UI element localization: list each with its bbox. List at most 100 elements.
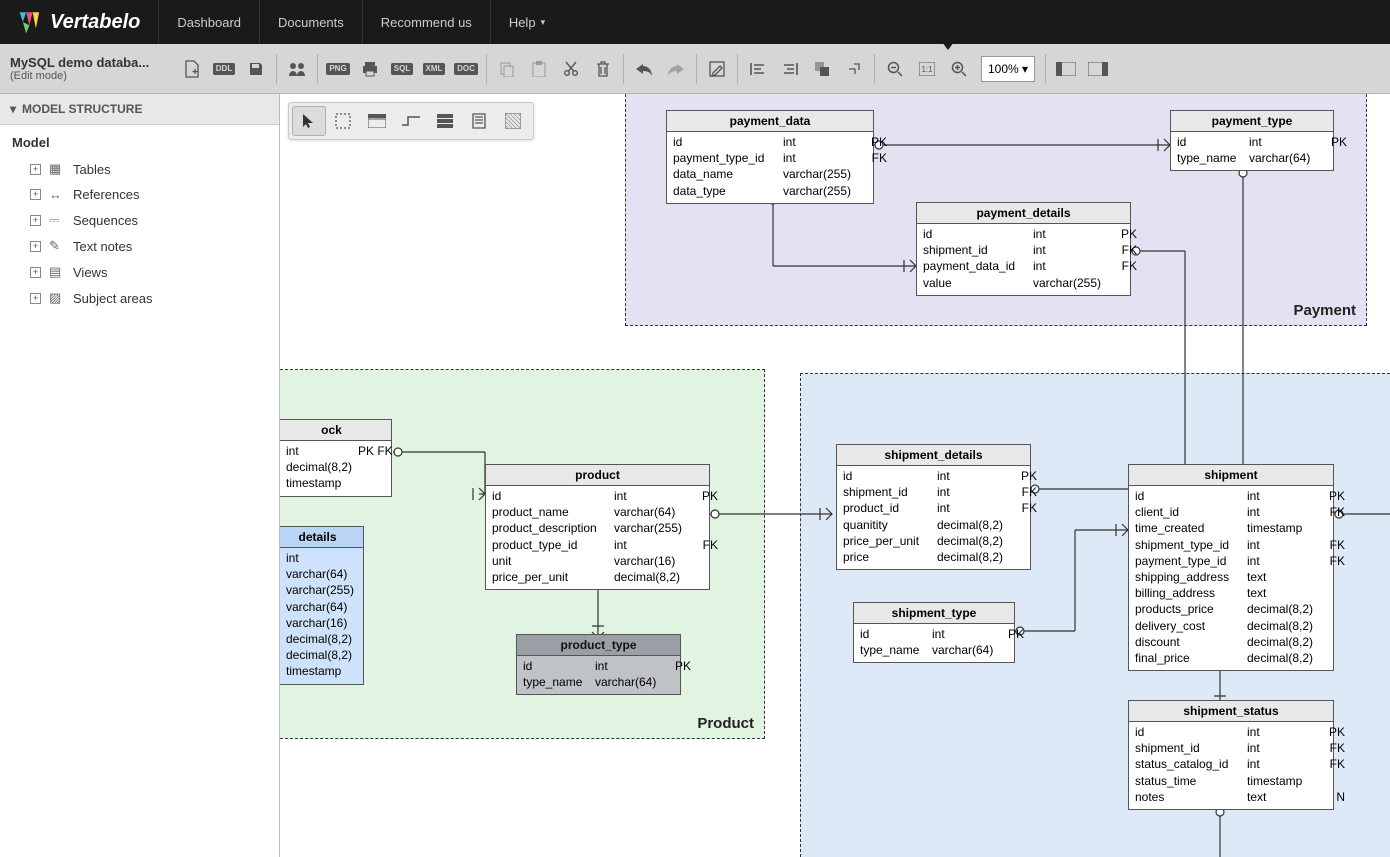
note-tool[interactable] xyxy=(462,106,496,136)
col-type: int xyxy=(937,468,1011,484)
tree-item-references[interactable]: + ↔ References xyxy=(12,182,267,207)
col-name: shipping_address xyxy=(1135,569,1247,585)
table-shipment[interactable]: shipment id int PK client_id int FK time… xyxy=(1128,464,1334,671)
zoom-select[interactable]: 100% ▾ xyxy=(981,56,1035,82)
table-header: payment_details xyxy=(917,203,1130,224)
export-doc-button[interactable]: DOC xyxy=(450,53,482,85)
svg-text:1:1: 1:1 xyxy=(921,65,933,74)
view-tool[interactable] xyxy=(428,106,462,136)
zoom-in-button[interactable] xyxy=(943,53,975,85)
column-row: int xyxy=(280,550,357,566)
col-type: int xyxy=(1247,724,1319,740)
document-title-wrap[interactable]: MySQL demo databa... (Edit mode) xyxy=(6,55,176,82)
tree-root[interactable]: Model xyxy=(12,135,267,150)
pointer-tool[interactable] xyxy=(292,106,326,136)
export-png-button[interactable]: PNG xyxy=(322,53,354,85)
col-type: decimal(8,2) xyxy=(614,569,692,585)
table-body: int varchar(64) varchar(255) varchar(64)… xyxy=(280,548,363,684)
table-product_type[interactable]: product_type id int PK type_name varchar… xyxy=(516,634,681,695)
col-name: price_per_unit xyxy=(492,569,614,585)
table-product[interactable]: product id int PK product_name varchar(6… xyxy=(485,464,710,590)
export-xml-button[interactable]: XML xyxy=(418,53,450,85)
delete-button[interactable] xyxy=(587,53,619,85)
col-name: price xyxy=(843,549,937,565)
sidebar-heading[interactable]: ▾ MODEL STRUCTURE xyxy=(0,94,279,125)
tree-item-views[interactable]: + ▤ Views xyxy=(12,259,267,285)
tree-item-text-notes[interactable]: + ✎ Text notes xyxy=(12,233,267,259)
col-type: varchar(64) xyxy=(614,504,692,520)
col-type: int xyxy=(1247,740,1319,756)
table-body: id int PK type_name varchar(64) xyxy=(854,624,1014,662)
cut-button[interactable] xyxy=(555,53,587,85)
align-right-button[interactable] xyxy=(774,53,806,85)
nav-dashboard[interactable]: Dashboard xyxy=(158,0,259,44)
table-payment_data[interactable]: payment_data id int PK payment_type_id i… xyxy=(666,110,874,204)
nav-recommend[interactable]: Recommend us xyxy=(362,0,490,44)
save-button[interactable] xyxy=(240,53,272,85)
col-type: int xyxy=(783,134,861,150)
logo[interactable]: Vertabelo xyxy=(0,9,158,35)
zoom-fit-button[interactable]: 1:1 xyxy=(911,53,943,85)
column-row: id int PK xyxy=(843,468,1024,484)
share-button[interactable] xyxy=(281,53,313,85)
expand-icon[interactable]: + xyxy=(30,215,41,226)
expand-icon[interactable]: + xyxy=(30,241,41,252)
table-payment_type[interactable]: payment_type id int PK type_name varchar… xyxy=(1170,110,1334,171)
undo-button[interactable] xyxy=(628,53,660,85)
reference-tool[interactable] xyxy=(394,106,428,136)
table-shipment_details[interactable]: shipment_details id int PK shipment_id i… xyxy=(836,444,1031,570)
table-tool[interactable] xyxy=(360,106,394,136)
table-stock[interactable]: ock int PK FK decimal(8,2) timestamp xyxy=(280,419,392,497)
paste-button[interactable] xyxy=(523,53,555,85)
col-name: data_name xyxy=(673,166,783,182)
col-key xyxy=(1321,150,1347,166)
tree-item-tables[interactable]: + ▦ Tables xyxy=(12,156,267,182)
nav-help[interactable]: Help ▾ xyxy=(490,0,563,44)
nav-documents[interactable]: Documents xyxy=(259,0,362,44)
panel-right-toggle[interactable] xyxy=(1082,53,1114,85)
tree-icon: ▤ xyxy=(49,264,65,280)
bring-front-button[interactable] xyxy=(806,53,838,85)
print-button[interactable] xyxy=(354,53,386,85)
expand-icon[interactable]: + xyxy=(30,189,41,200)
copy-button[interactable] xyxy=(491,53,523,85)
export-ddl-button[interactable]: DDL xyxy=(208,53,240,85)
table-payment_details[interactable]: payment_details id int PK shipment_id in… xyxy=(916,202,1131,296)
column-row: id int PK xyxy=(1177,134,1327,150)
col-key: PK xyxy=(1011,468,1037,484)
tree-item-sequences[interactable]: + ⎓ Sequences xyxy=(12,207,267,233)
zoom-out-button[interactable] xyxy=(879,53,911,85)
chevron-down-icon: ▾ xyxy=(541,17,546,28)
column-row: id int PK xyxy=(523,658,674,674)
export-sql-button[interactable]: SQL xyxy=(386,53,418,85)
table-shipment_status[interactable]: shipment_status id int PK shipment_id in… xyxy=(1128,700,1334,810)
col-key: FK xyxy=(1111,242,1137,258)
col-name: time_created xyxy=(1135,520,1247,536)
table-shipment_type[interactable]: shipment_type id int PK type_name varcha… xyxy=(853,602,1015,663)
col-name: id xyxy=(1135,724,1247,740)
col-name: delivery_cost xyxy=(1135,618,1247,634)
col-key: FK xyxy=(1319,756,1345,772)
col-name: id xyxy=(523,658,595,674)
column-row: payment_data_id int FK xyxy=(923,258,1124,274)
expand-icon[interactable]: + xyxy=(30,267,41,278)
send-back-button[interactable] xyxy=(838,53,870,85)
expand-icon[interactable]: + xyxy=(30,164,41,175)
table-header: product_type xyxy=(517,635,680,656)
edit-button[interactable] xyxy=(701,53,733,85)
tree-icon: ⎓ xyxy=(49,212,65,228)
col-name: id xyxy=(1135,488,1247,504)
redo-button[interactable] xyxy=(660,53,692,85)
table-details[interactable]: details int varchar(64) varchar(255) var… xyxy=(280,526,364,685)
col-key xyxy=(861,183,887,199)
column-row: id int PK xyxy=(860,626,1008,642)
expand-icon[interactable]: + xyxy=(30,293,41,304)
new-file-button[interactable] xyxy=(176,53,208,85)
canvas[interactable]: Payment Product xyxy=(280,94,1390,857)
align-left-button[interactable] xyxy=(742,53,774,85)
marquee-tool[interactable] xyxy=(326,106,360,136)
tree-item-subject-areas[interactable]: + ▨ Subject areas xyxy=(12,285,267,311)
area-tool[interactable] xyxy=(496,106,530,136)
panel-left-toggle[interactable] xyxy=(1050,53,1082,85)
column-row: notes text N xyxy=(1135,789,1327,805)
